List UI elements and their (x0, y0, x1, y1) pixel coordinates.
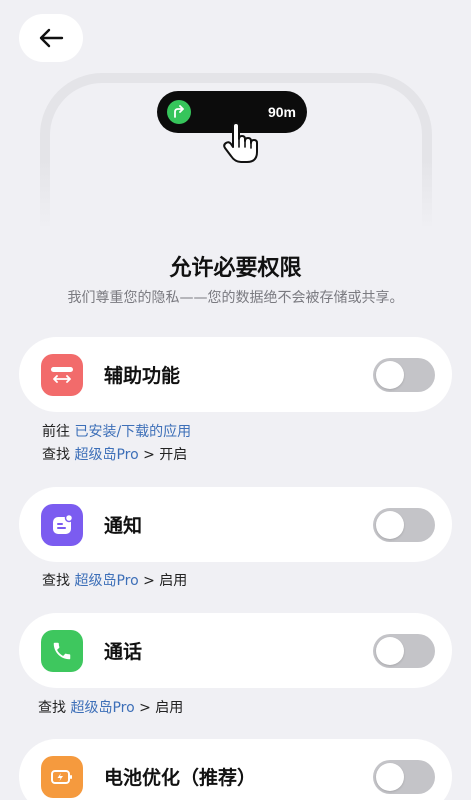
phone-icon (41, 629, 83, 672)
toggle-knob (376, 360, 404, 389)
hint-prefix: 查找 (42, 447, 75, 463)
hint-prefix: 前往 (42, 424, 75, 440)
back-button[interactable] (19, 14, 83, 62)
app-name-link[interactable]: 超级岛Pro (70, 700, 134, 716)
permission-label: 辅助功能 (104, 365, 181, 387)
phone-toggle[interactable] (373, 633, 435, 668)
hint-suffix: > 启用 (134, 700, 184, 716)
toggle-knob (376, 636, 404, 665)
accessibility-hint-line-2: 查找 超级岛Pro > 开启 (42, 444, 187, 464)
page-title: 允许必要权限 (169, 256, 302, 281)
notification-hint-line-1: 查找 超级岛Pro > 启用 (42, 570, 187, 590)
battery-toggle[interactable] (373, 759, 435, 794)
notification-toggle[interactable] (373, 507, 435, 542)
turn-right-icon (167, 100, 191, 124)
app-name-link[interactable]: 超级岛Pro (74, 447, 138, 463)
hint-suffix: > 开启 (138, 447, 188, 463)
toggle-knob (376, 510, 404, 539)
hint-prefix: 查找 (42, 573, 75, 589)
island-distance: 90m (267, 104, 296, 120)
arrow-left-icon (39, 28, 64, 48)
phone-hint-line-1: 查找 超级岛Pro > 启用 (38, 697, 183, 717)
frame-fade (30, 160, 442, 260)
hint-suffix: > 启用 (138, 573, 188, 589)
permission-card-accessibility[interactable]: 辅助功能 (19, 337, 452, 412)
battery-icon (41, 755, 83, 798)
accessibility-icon (41, 353, 83, 396)
page-subtitle: 我们尊重您的隐私——您的数据绝不会被存储或共享。 (67, 290, 404, 306)
permission-card-phone[interactable]: 通话 (19, 613, 452, 688)
pointing-hand-icon (223, 122, 258, 163)
permission-label: 通话 (104, 641, 143, 663)
permission-label: 电池优化（推荐） (104, 767, 257, 789)
accessibility-hint-line-1: 前往 已安装/下载的应用 (42, 421, 191, 441)
toggle-knob (376, 762, 404, 791)
installed-apps-link[interactable]: 已安装/下载的应用 (74, 424, 191, 440)
notification-icon (41, 503, 83, 546)
hint-prefix: 查找 (38, 700, 71, 716)
permission-card-battery[interactable]: 电池优化（推荐） (19, 739, 452, 800)
permission-label: 通知 (104, 515, 143, 537)
permission-card-notification[interactable]: 通知 (19, 487, 452, 562)
app-name-link[interactable]: 超级岛Pro (74, 573, 138, 589)
accessibility-toggle[interactable] (373, 357, 435, 392)
